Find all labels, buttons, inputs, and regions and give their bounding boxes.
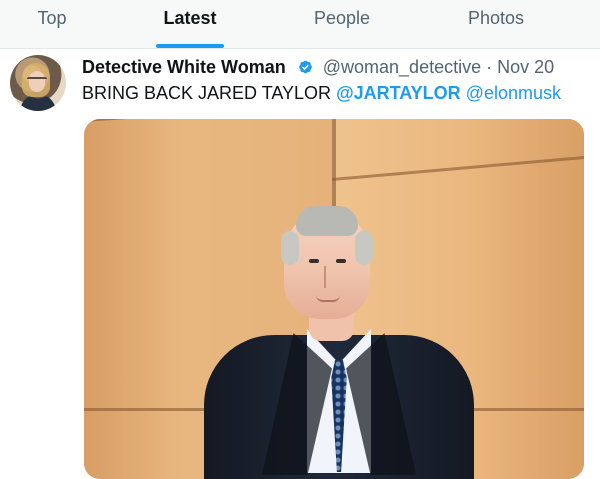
author-handle[interactable]: @woman_detective	[323, 57, 481, 77]
photo-subject	[204, 206, 474, 479]
subject-head	[281, 206, 373, 319]
verified-icon	[295, 56, 313, 74]
subject-hair-top	[296, 206, 358, 236]
subject-hair-left	[281, 231, 299, 265]
tab-people[interactable]: People	[292, 0, 392, 48]
avatar-glasses	[27, 77, 47, 84]
mention-elonmusk[interactable]: @elonmusk	[466, 83, 561, 103]
mouth	[316, 295, 340, 302]
tweet-header: Detective White Woman @woman_detective ·…	[82, 53, 592, 81]
tweet-photo[interactable]	[84, 119, 584, 479]
tweet[interactable]: Detective White Woman @woman_detective ·…	[0, 49, 600, 479]
nose	[324, 266, 334, 288]
mention-jartaylor[interactable]: @JARTAYLOR	[336, 83, 461, 103]
tab-photos[interactable]: Photos	[446, 0, 546, 48]
right-eye	[336, 259, 346, 263]
separator-dot: ·	[486, 57, 493, 77]
tab-latest[interactable]: Latest	[140, 0, 240, 48]
tweet-text-prefix: BRING BACK JARED TAYLOR	[82, 83, 332, 103]
tab-top[interactable]: Top	[6, 0, 98, 48]
author-name[interactable]: Detective White Woman	[82, 57, 286, 77]
tweet-text: BRING BACK JARED TAYLOR @JARTAYLOR @elon…	[82, 79, 592, 107]
active-tab-indicator	[156, 44, 224, 48]
avatar[interactable]	[10, 55, 66, 111]
subject-hair-right	[355, 231, 373, 265]
left-eye	[309, 259, 319, 263]
search-tabs: Top Latest People Photos	[0, 0, 600, 49]
tweet-date[interactable]: Nov 20	[497, 57, 554, 77]
